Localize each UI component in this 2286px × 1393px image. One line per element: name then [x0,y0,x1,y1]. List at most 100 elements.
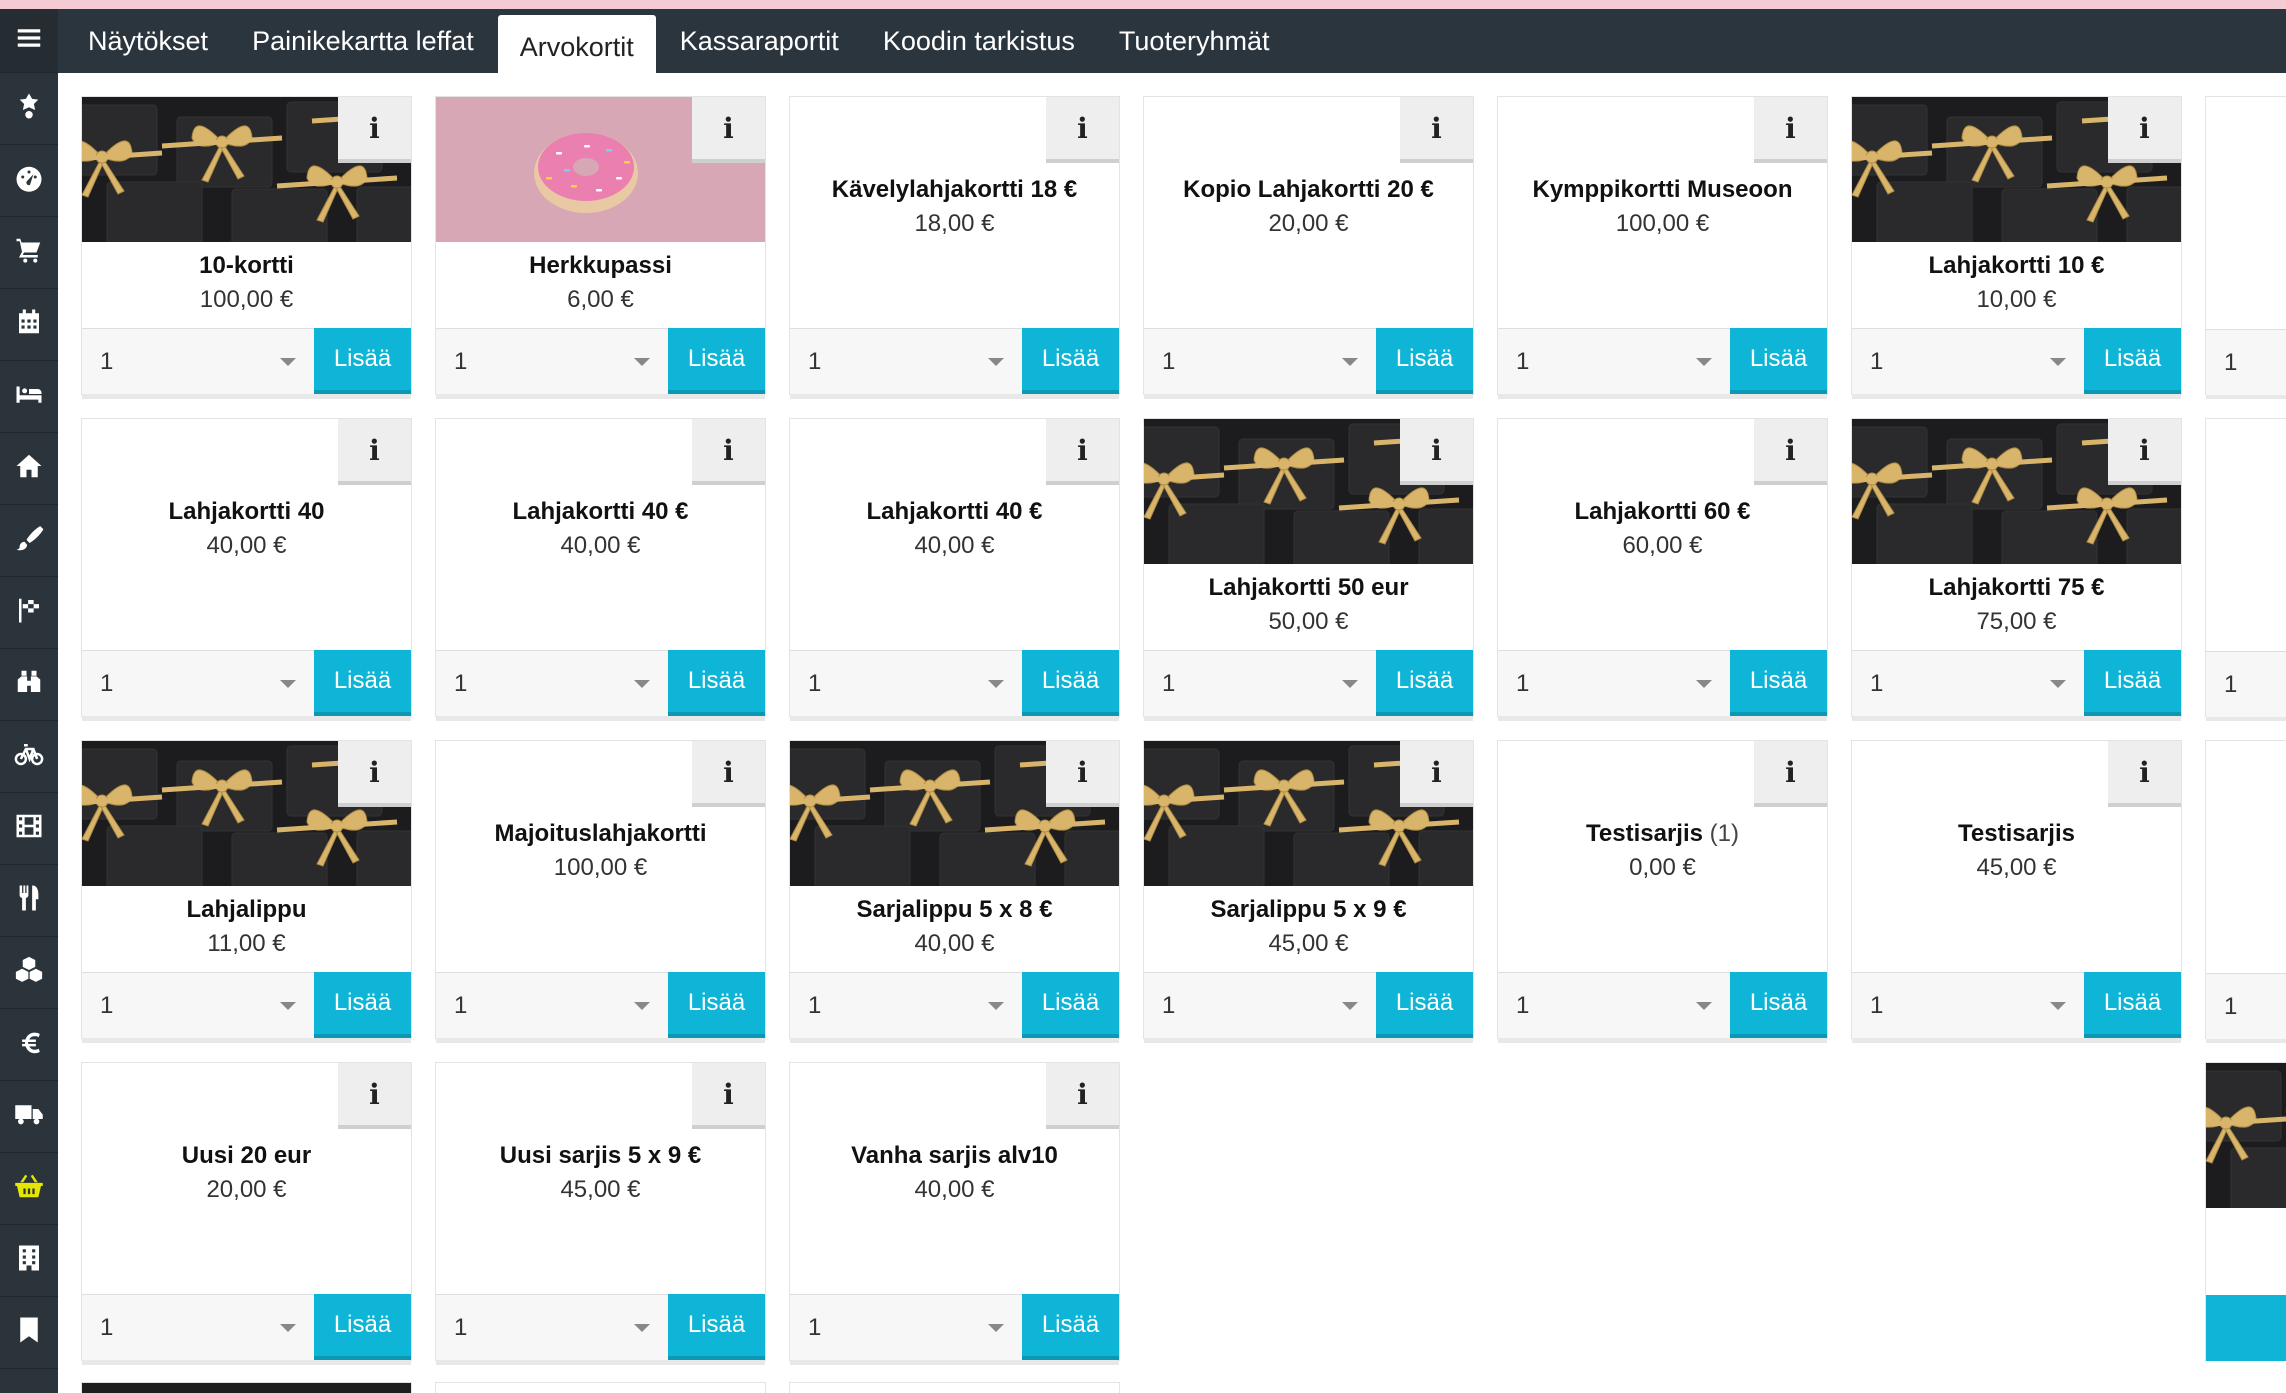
quantity-select[interactable]: 1 [82,650,314,716]
quantity-select[interactable]: 1 [82,1294,314,1360]
sidebar-item-menu[interactable] [0,9,58,73]
quantity-select[interactable]: 1 [1852,650,2084,716]
info-button[interactable]: i [1046,741,1119,807]
add-to-cart-button[interactable]: Lisää [1022,650,1119,716]
quantity-select[interactable]: 1 [436,972,668,1038]
add-to-cart-button[interactable]: Lisää [668,1294,765,1360]
quantity-select[interactable]: 1 [1852,972,2084,1038]
quantity-select[interactable]: 1 [790,1294,1022,1360]
tab-tuoteryhmät[interactable]: Tuoteryhmät [1097,9,1292,73]
add-to-cart-button[interactable]: Lisää [1376,328,1473,394]
info-button[interactable]: i [1046,97,1119,163]
info-button[interactable]: i [338,741,411,807]
info-button[interactable]: i [1046,419,1119,485]
product-title: 10-kortti [92,249,401,283]
quantity-value: 1 [2224,348,2238,376]
info-button[interactable]: i [1754,419,1827,485]
sidebar-item-bed[interactable] [0,361,58,433]
sidebar-item-cubes[interactable] [0,937,58,1009]
add-to-cart-button[interactable]: Lisää [1730,972,1827,1038]
sidebar-item-film[interactable] [0,793,58,865]
card-actions: 1 Lisää [436,650,765,716]
quantity-select[interactable]: 1 [1144,328,1376,394]
info-button[interactable]: i [1400,97,1473,163]
sidebar-item-truck[interactable] [0,1081,58,1153]
info-button[interactable]: i [338,97,411,163]
info-button[interactable]: i [1046,1063,1119,1129]
info-button[interactable]: i [1400,419,1473,485]
quantity-select[interactable]: 1 [790,328,1022,394]
add-to-cart-button[interactable]: Lisää [314,972,411,1038]
sidebar-item-utensils[interactable] [0,865,58,937]
quantity-select[interactable]: 1 [2206,651,2286,717]
quantity-value: 1 [1870,669,1884,697]
add-to-cart-button[interactable]: Lisää [2084,328,2181,394]
quantity-select[interactable]: 1 [1144,972,1376,1038]
add-to-cart-button[interactable]: Lisää [2084,972,2181,1038]
quantity-select[interactable]: 1 [436,328,668,394]
card-actions: 1 Lisää [790,1294,1119,1360]
add-to-cart-button[interactable]: Lisää [1022,972,1119,1038]
sidebar-item-cart[interactable] [0,217,58,289]
sidebar-item-bookmark[interactable] [0,1297,58,1369]
sidebar-item-building[interactable] [0,1225,58,1297]
info-button[interactable]: i [1400,741,1473,807]
add-to-cart-button[interactable]: Lisää [1376,650,1473,716]
add-to-cart-button[interactable]: Lisää [1730,328,1827,394]
product-price: 100,00 € [199,286,294,313]
quantity-select[interactable]: 1 [1498,650,1730,716]
quantity-select[interactable]: 1 [790,650,1022,716]
quantity-select[interactable]: 1 [1498,972,1730,1038]
sidebar-item-dashboard[interactable] [0,145,58,217]
add-to-cart-button[interactable]: Lisää [1022,1294,1119,1360]
info-button[interactable]: i [2108,97,2181,163]
product-title-text: Kävelylahjakortti 18 € [831,176,1078,203]
sidebar-item-puzzle[interactable] [0,73,58,145]
tab-arvokortit[interactable]: Arvokortit [497,15,656,73]
add-to-cart-button[interactable]: Lisää [668,328,765,394]
quantity-select[interactable]: 1 [1144,650,1376,716]
add-to-cart-button[interactable]: Lisää [1022,328,1119,394]
quantity-select[interactable]: 1 [2206,973,2286,1039]
info-button[interactable]: i [692,741,765,807]
info-button[interactable]: i [692,1063,765,1129]
info-button[interactable]: i [692,97,765,163]
add-to-cart-button[interactable]: Lisää [1376,972,1473,1038]
add-to-cart-button[interactable]: Lisää [314,328,411,394]
sidebar-item-home[interactable] [0,433,58,505]
tab-näytökset[interactable]: Näytökset [66,9,230,73]
add-to-cart-button[interactable] [2206,1295,2286,1361]
add-to-cart-button[interactable]: Lisää [1730,650,1827,716]
info-button[interactable]: i [1754,741,1827,807]
info-button[interactable]: i [338,419,411,485]
sidebar-item-brush[interactable] [0,505,58,577]
quantity-select[interactable]: 1 [436,1294,668,1360]
quantity-select[interactable]: 1 [1498,328,1730,394]
sidebar-item-flag-checkered[interactable] [0,577,58,649]
sidebar-item-euro[interactable] [0,1009,58,1081]
quantity-select[interactable]: 1 [82,328,314,394]
tab-painikekartta-leffat[interactable]: Painikekartta leffat [230,9,496,73]
sidebar-item-bicycle[interactable] [0,721,58,793]
add-to-cart-button[interactable]: Lisää [668,972,765,1038]
product-title: Uusi sarjis 5 x 9 € [446,1139,755,1173]
quantity-select[interactable]: 1 [2206,329,2286,395]
info-button[interactable]: i [692,419,765,485]
sidebar-item-binoculars[interactable] [0,649,58,721]
tab-koodin-tarkistus[interactable]: Koodin tarkistus [861,9,1097,73]
quantity-select[interactable]: 1 [436,650,668,716]
info-button[interactable]: i [338,1063,411,1129]
sidebar-item-basket[interactable] [0,1153,58,1225]
quantity-select[interactable]: 1 [790,972,1022,1038]
tab-kassaraportit[interactable]: Kassaraportit [658,9,861,73]
add-to-cart-button[interactable]: Lisää [668,650,765,716]
quantity-select[interactable]: 1 [82,972,314,1038]
sidebar-item-calendar[interactable] [0,289,58,361]
add-to-cart-button[interactable]: Lisää [314,650,411,716]
add-to-cart-button[interactable]: Lisää [314,1294,411,1360]
info-button[interactable]: i [2108,741,2181,807]
add-to-cart-button[interactable]: Lisää [2084,650,2181,716]
quantity-select[interactable]: 1 [1852,328,2084,394]
info-button[interactable]: i [2108,419,2181,485]
info-button[interactable]: i [1754,97,1827,163]
